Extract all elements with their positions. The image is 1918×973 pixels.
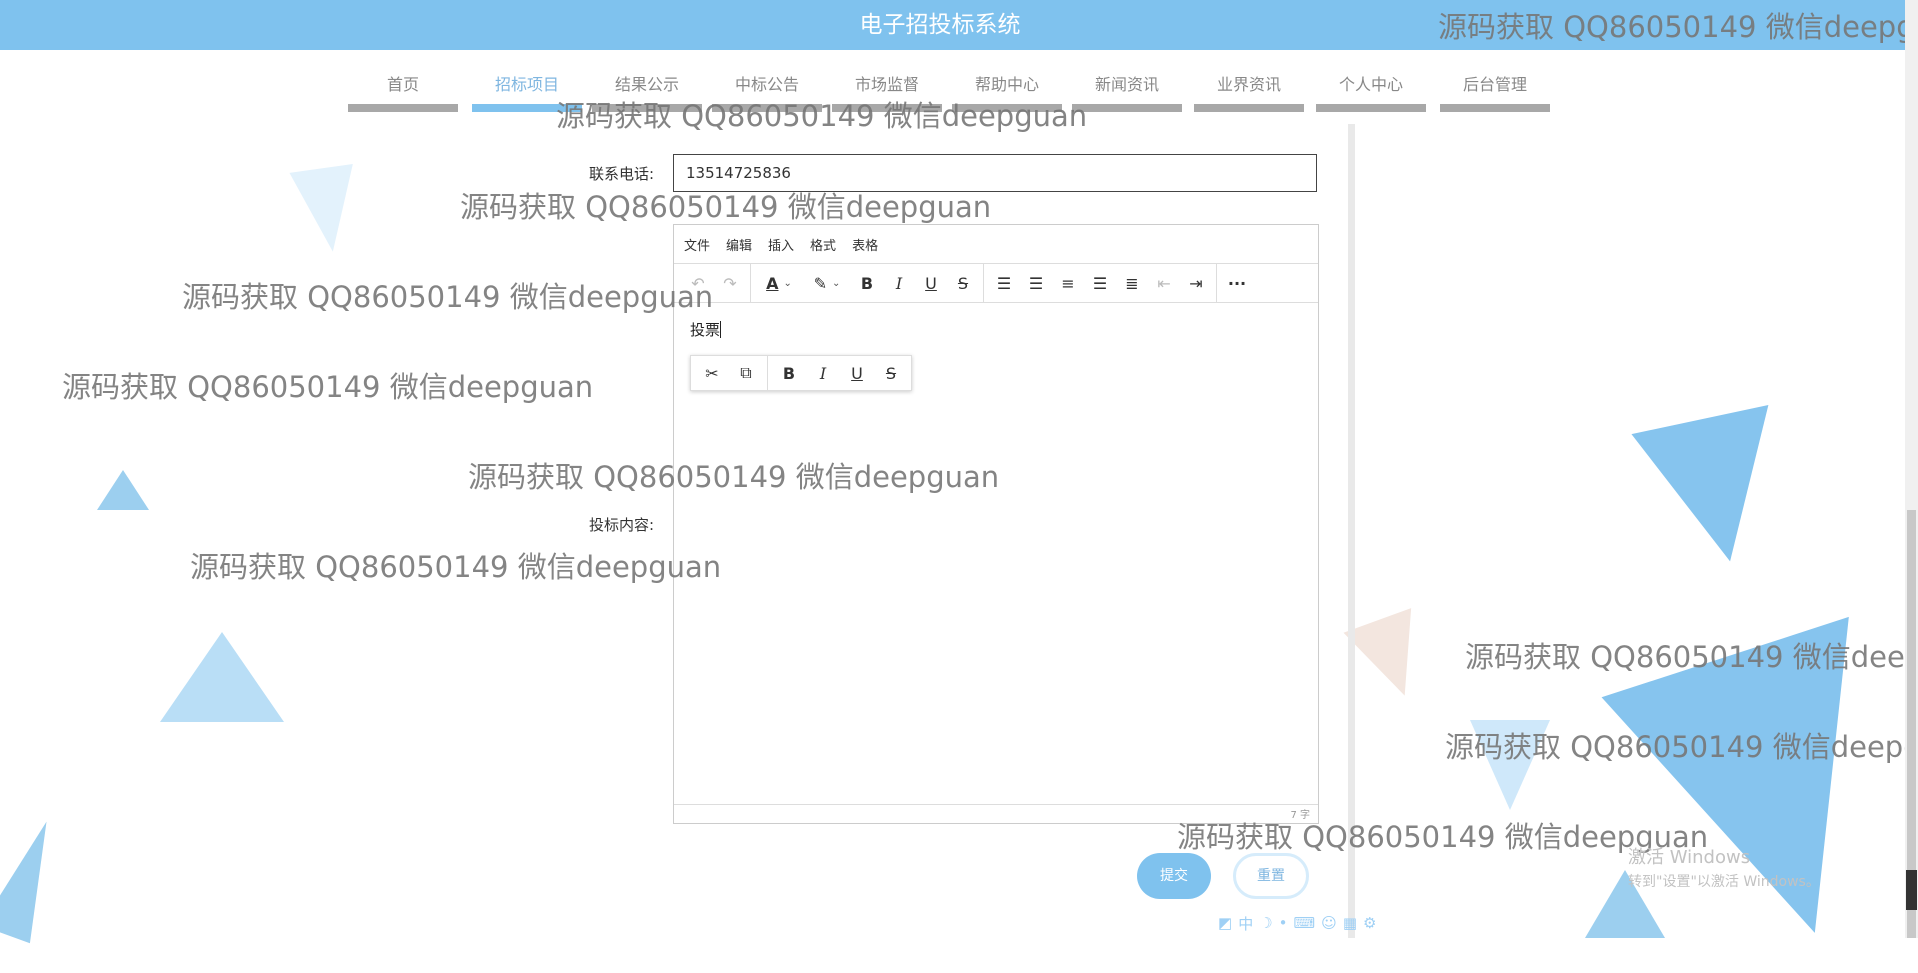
menu-edit[interactable]: 编辑 xyxy=(726,235,752,254)
bold-icon[interactable]: B xyxy=(772,358,806,388)
watermark: 源码获取 QQ86050149 微信deepguan xyxy=(556,99,1088,133)
menu-file[interactable]: 文件 xyxy=(684,235,710,254)
watermark: 源码获取 QQ86050149 微信deepguan xyxy=(182,280,714,314)
ime-mode-label: 中 xyxy=(1238,914,1254,933)
decor-triangle xyxy=(160,632,284,722)
nav-item-underline xyxy=(1440,104,1550,112)
ime-logo-icon: ◩ xyxy=(1218,914,1233,932)
nav-item-label: 新闻资讯 xyxy=(1094,75,1159,94)
watermark: 源码获取 QQ86050149 微信deepguan xyxy=(190,550,722,584)
nav-item-personal-center[interactable]: 个人中心 xyxy=(1316,73,1426,113)
ime-tool-icon: ▦ xyxy=(1342,914,1357,932)
editor-toolbar: ↶ ↷ A ⌄ ✎ ⌄ B I U S ☰ ☰ ≡ ☰ ≣ ⇤ ⇥ ··· xyxy=(674,264,1318,303)
menu-insert[interactable]: 插入 xyxy=(768,235,794,254)
nav-item-underline xyxy=(348,104,458,112)
text-cursor xyxy=(720,321,722,338)
cut-icon[interactable]: ✂ xyxy=(695,358,729,388)
watermark: 源码获取 QQ86050149 微信deepguan xyxy=(468,460,1000,494)
strikethrough-icon[interactable]: S xyxy=(874,358,908,388)
align-center-icon[interactable]: ≡ xyxy=(1052,268,1084,298)
watermark: 源码获取 QQ86050149 微信deepg xyxy=(1445,730,1918,764)
nav-item-label: 个人中心 xyxy=(1338,75,1403,94)
toolbar-separator xyxy=(750,264,751,302)
nav-item-label: 首页 xyxy=(386,75,419,94)
nav-item-underline xyxy=(1316,104,1426,112)
ime-toolbar[interactable]: ◩ 中 ☽ • ⌨ ☺ ▦ ⚙ xyxy=(1218,912,1376,934)
watermark: 源码获取 QQ86050149 微信deepguan xyxy=(62,370,594,404)
italic-icon[interactable]: I xyxy=(883,268,915,298)
menu-format[interactable]: 格式 xyxy=(810,235,836,254)
activation-title: 激活 Windows xyxy=(1628,847,1751,868)
bullet-list-icon[interactable]: ☰ xyxy=(988,268,1020,298)
indent-icon[interactable]: ⇥ xyxy=(1180,268,1212,298)
nav-item-label: 业界资讯 xyxy=(1216,75,1281,94)
nav-item-news[interactable]: 新闻资讯 xyxy=(1072,73,1182,113)
align-left-icon[interactable]: ☰ xyxy=(1020,268,1052,298)
ime-punct-icon: • xyxy=(1278,914,1288,932)
editor-menubar: 文件 编辑 插入 格式 表格 xyxy=(674,225,1318,264)
bid-content-label: 投标内容: xyxy=(588,516,654,534)
ime-settings-icon: ⚙ xyxy=(1363,914,1377,932)
decor-triangle xyxy=(1631,405,1799,576)
phone-label: 联系电话: xyxy=(588,165,654,183)
scrollbar-marker xyxy=(1906,870,1917,910)
font-color-icon[interactable]: A ⌄ xyxy=(755,268,803,298)
ime-keyboard-icon: ⌨ xyxy=(1293,914,1316,932)
nav-item-label: 后台管理 xyxy=(1462,75,1527,94)
decor-triangle xyxy=(289,163,365,257)
decor-triangle xyxy=(0,812,71,944)
submit-button[interactable]: 提交 xyxy=(1137,853,1211,899)
watermark: 源码获取 QQ86050149 微信deep xyxy=(1465,640,1918,674)
redo-icon[interactable]: ↷ xyxy=(714,268,746,298)
toolbar-separator xyxy=(983,264,984,302)
windows-activation-notice: 激活 Windows 转到"设置"以激活 Windows。 xyxy=(1628,843,1820,891)
align-justify-icon[interactable]: ≣ xyxy=(1116,268,1148,298)
decor-triangle xyxy=(1343,608,1439,708)
ime-halfwidth-icon: ☽ xyxy=(1259,914,1273,932)
watermark: 源码获取 QQ86050149 微信deepg xyxy=(1438,10,1915,44)
watermark: 源码获取 QQ86050149 微信deepguan xyxy=(460,190,992,224)
bold-icon[interactable]: B xyxy=(851,268,883,298)
more-icon[interactable]: ··· xyxy=(1221,268,1253,298)
copy-icon[interactable]: ⧉ xyxy=(729,358,763,388)
strikethrough-icon[interactable]: S xyxy=(947,268,979,298)
editor-content[interactable]: 投票 ✂ ⧉ B I U S xyxy=(674,303,1318,810)
quick-toolbar: ✂ ⧉ B I U S xyxy=(690,355,912,391)
outdent-icon[interactable]: ⇤ xyxy=(1148,268,1180,298)
nav-item-home[interactable]: 首页 xyxy=(348,73,458,113)
nav-item-underline xyxy=(1194,104,1304,112)
nav-item-underline xyxy=(1072,104,1182,112)
rich-text-editor[interactable]: 文件 编辑 插入 格式 表格 ↶ ↷ A ⌄ ✎ ⌄ B I U S ☰ ☰ ≡ ☰… xyxy=(673,224,1319,824)
menu-table[interactable]: 表格 xyxy=(852,235,878,254)
activation-hint: 转到"设置"以激活 Windows。 xyxy=(1628,874,1820,890)
toolbar-separator xyxy=(1216,264,1217,302)
highlight-icon[interactable]: ✎ ⌄ xyxy=(803,268,851,298)
nav-item-industry-news[interactable]: 业界资讯 xyxy=(1194,73,1304,113)
underline-icon[interactable]: U xyxy=(915,268,947,298)
align-right-icon[interactable]: ☰ xyxy=(1084,268,1116,298)
decor-triangle xyxy=(97,470,149,510)
nav-item-admin[interactable]: 后台管理 xyxy=(1440,73,1550,113)
page-scrollbar[interactable] xyxy=(1905,0,1918,938)
italic-icon[interactable]: I xyxy=(806,358,840,388)
underline-icon[interactable]: U xyxy=(840,358,874,388)
ime-skin-icon: ☺ xyxy=(1321,914,1337,932)
editor-text: 投票 xyxy=(690,321,721,339)
toolbar-separator xyxy=(767,355,768,391)
reset-button[interactable]: 重置 xyxy=(1233,853,1309,899)
